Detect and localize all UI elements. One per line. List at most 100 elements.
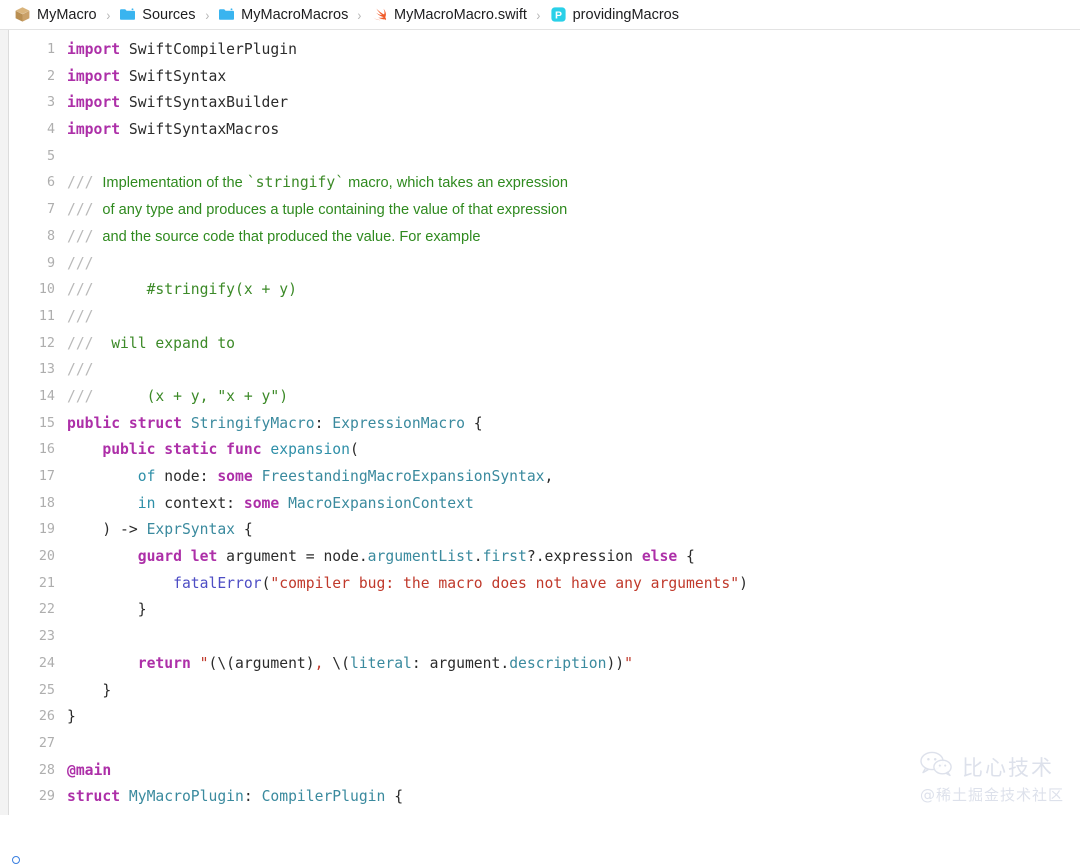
code-line[interactable]: 21 fatalError("compiler bug: the macro d… bbox=[31, 571, 1080, 598]
breadcrumb-separator: › bbox=[352, 7, 368, 23]
code-line[interactable]: 3import SwiftSyntaxBuilder bbox=[31, 90, 1080, 117]
code-line[interactable]: 18 in context: some MacroExpansionContex… bbox=[31, 491, 1080, 518]
token-plain: { bbox=[465, 415, 483, 432]
line-content[interactable]: /// bbox=[67, 357, 1080, 384]
token-plain: SwiftSyntax bbox=[120, 68, 226, 85]
line-content[interactable]: import SwiftCompilerPlugin bbox=[67, 37, 1080, 64]
line-content[interactable]: } bbox=[67, 678, 1080, 705]
line-content[interactable]: } bbox=[67, 597, 1080, 624]
line-content[interactable]: public static func expansion( bbox=[67, 437, 1080, 464]
line-content[interactable]: import SwiftSyntaxMacros bbox=[67, 117, 1080, 144]
line-content[interactable]: @main bbox=[67, 758, 1080, 785]
code-line[interactable]: 28@main bbox=[31, 758, 1080, 785]
code-line[interactable]: 29struct MyMacroPlugin: CompilerPlugin { bbox=[31, 784, 1080, 811]
line-number: 24 bbox=[31, 651, 67, 678]
code-line[interactable]: 23 bbox=[31, 624, 1080, 651]
line-content[interactable]: /// Implementation of the `stringify` ma… bbox=[67, 170, 1080, 197]
code-line[interactable]: 15public struct StringifyMacro: Expressi… bbox=[31, 411, 1080, 438]
code-line[interactable]: 1import SwiftCompilerPlugin bbox=[31, 37, 1080, 64]
line-content[interactable]: ) -> ExprSyntax { bbox=[67, 517, 1080, 544]
line-content[interactable]: /// of any type and produces a tuple con… bbox=[67, 197, 1080, 224]
token-plain: ) bbox=[739, 575, 748, 592]
line-number: 20 bbox=[31, 544, 67, 571]
line-content[interactable]: public struct StringifyMacro: Expression… bbox=[67, 411, 1080, 438]
line-content[interactable]: import SwiftSyntax bbox=[67, 64, 1080, 91]
token-plain bbox=[67, 468, 138, 485]
token-plain bbox=[253, 468, 262, 485]
breadcrumb-item-4[interactable]: PprovidingMacros bbox=[548, 3, 681, 27]
code-line[interactable]: 10/// #stringify(x + y) bbox=[31, 277, 1080, 304]
breadcrumb-item-2[interactable]: MyMacroMacros bbox=[216, 3, 350, 27]
line-content[interactable]: struct MyMacroPlugin: CompilerPlugin { bbox=[67, 784, 1080, 811]
token-type: StringifyMacro bbox=[191, 415, 315, 432]
code-line[interactable]: 20 guard let argument = node.argumentLis… bbox=[31, 544, 1080, 571]
code-line[interactable]: 27 bbox=[31, 731, 1080, 758]
token-plain bbox=[67, 655, 138, 672]
line-content[interactable]: guard let argument = node.argumentList.f… bbox=[67, 544, 1080, 571]
token-plain: , bbox=[545, 468, 554, 485]
line-content[interactable]: fatalError("compiler bug: the macro does… bbox=[67, 571, 1080, 598]
breadcrumb-item-0[interactable]: MyMacro bbox=[12, 3, 99, 27]
code-line[interactable]: 22 } bbox=[31, 597, 1080, 624]
line-number: 22 bbox=[31, 597, 67, 624]
line-content[interactable]: /// will expand to bbox=[67, 331, 1080, 358]
token-plain: : bbox=[315, 415, 333, 432]
code-line[interactable]: 25 } bbox=[31, 678, 1080, 705]
code-line[interactable]: 30 let providingMacros: [Macro.Type] = [ bbox=[31, 811, 1080, 815]
token-plain: } bbox=[67, 601, 147, 618]
token-plain bbox=[182, 415, 191, 432]
svg-text:P: P bbox=[555, 9, 562, 21]
code-line[interactable]: 4import SwiftSyntaxMacros bbox=[31, 117, 1080, 144]
line-content[interactable]: return "(\(argument), \(literal: argumen… bbox=[67, 651, 1080, 678]
code-line[interactable]: 6/// Implementation of the `stringify` m… bbox=[31, 170, 1080, 197]
code-line[interactable]: 12/// will expand to bbox=[31, 331, 1080, 358]
line-content[interactable]: import SwiftSyntaxBuilder bbox=[67, 90, 1080, 117]
token-kw: import bbox=[67, 121, 120, 138]
line-content[interactable]: in context: some MacroExpansionContext bbox=[67, 491, 1080, 518]
code-line[interactable]: 5 bbox=[31, 144, 1080, 171]
code-line[interactable]: 9/// bbox=[31, 251, 1080, 278]
token-kw: public static func bbox=[102, 441, 261, 458]
code-line[interactable]: 16 public static func expansion( bbox=[31, 437, 1080, 464]
token-plain: : argument. bbox=[412, 655, 509, 672]
line-number: 19 bbox=[31, 517, 67, 544]
code-line[interactable]: 13/// bbox=[31, 357, 1080, 384]
line-content[interactable]: /// #stringify(x + y) bbox=[67, 277, 1080, 304]
token-kw: else bbox=[642, 548, 677, 565]
token-cmtslash: /// bbox=[67, 308, 94, 325]
token-attr: @main bbox=[67, 762, 111, 779]
code-line[interactable]: 26} bbox=[31, 704, 1080, 731]
line-content[interactable]: /// and the source code that produced th… bbox=[67, 224, 1080, 251]
line-content[interactable]: let providingMacros: [Macro.Type] = [ bbox=[67, 811, 1080, 815]
line-number: 30 bbox=[31, 811, 67, 815]
code-line[interactable]: 17 of node: some FreestandingMacroExpans… bbox=[31, 464, 1080, 491]
breadcrumb-item-1[interactable]: Sources bbox=[117, 3, 197, 27]
token-prop: argumentList bbox=[368, 548, 474, 565]
line-content[interactable]: /// bbox=[67, 251, 1080, 278]
token-str: " bbox=[200, 655, 209, 672]
token-cmtslash: /// bbox=[67, 228, 102, 245]
code-line[interactable]: 8/// and the source code that produced t… bbox=[31, 224, 1080, 251]
code-line[interactable]: 19 ) -> ExprSyntax { bbox=[31, 517, 1080, 544]
token-kw: some bbox=[244, 495, 279, 512]
line-content[interactable]: /// bbox=[67, 304, 1080, 331]
code-line[interactable]: 7/// of any type and produces a tuple co… bbox=[31, 197, 1080, 224]
breakpoint-marker-icon[interactable] bbox=[12, 856, 20, 864]
breadcrumb-item-3[interactable]: MyMacroMacro.swift bbox=[369, 3, 529, 27]
line-number: 17 bbox=[31, 464, 67, 491]
line-content[interactable]: of node: some FreestandingMacroExpansion… bbox=[67, 464, 1080, 491]
token-plain: node: bbox=[155, 468, 217, 485]
token-prop: description bbox=[509, 655, 606, 672]
breakpoint-gutter[interactable] bbox=[9, 30, 31, 815]
code-line[interactable]: 14/// (x + y, "x + y") bbox=[31, 384, 1080, 411]
line-content[interactable]: /// (x + y, "x + y") bbox=[67, 384, 1080, 411]
code-scroll-area[interactable]: 1import SwiftCompilerPlugin2import Swift… bbox=[31, 30, 1080, 815]
code-line[interactable]: 24 return "(\(argument), \(literal: argu… bbox=[31, 651, 1080, 678]
token-cmtprose: Implementation of the bbox=[102, 175, 246, 191]
code-line[interactable]: 11/// bbox=[31, 304, 1080, 331]
line-number: 23 bbox=[31, 624, 67, 651]
token-plain bbox=[279, 495, 288, 512]
line-content[interactable]: } bbox=[67, 704, 1080, 731]
token-kw: import bbox=[67, 41, 120, 58]
code-line[interactable]: 2import SwiftSyntax bbox=[31, 64, 1080, 91]
